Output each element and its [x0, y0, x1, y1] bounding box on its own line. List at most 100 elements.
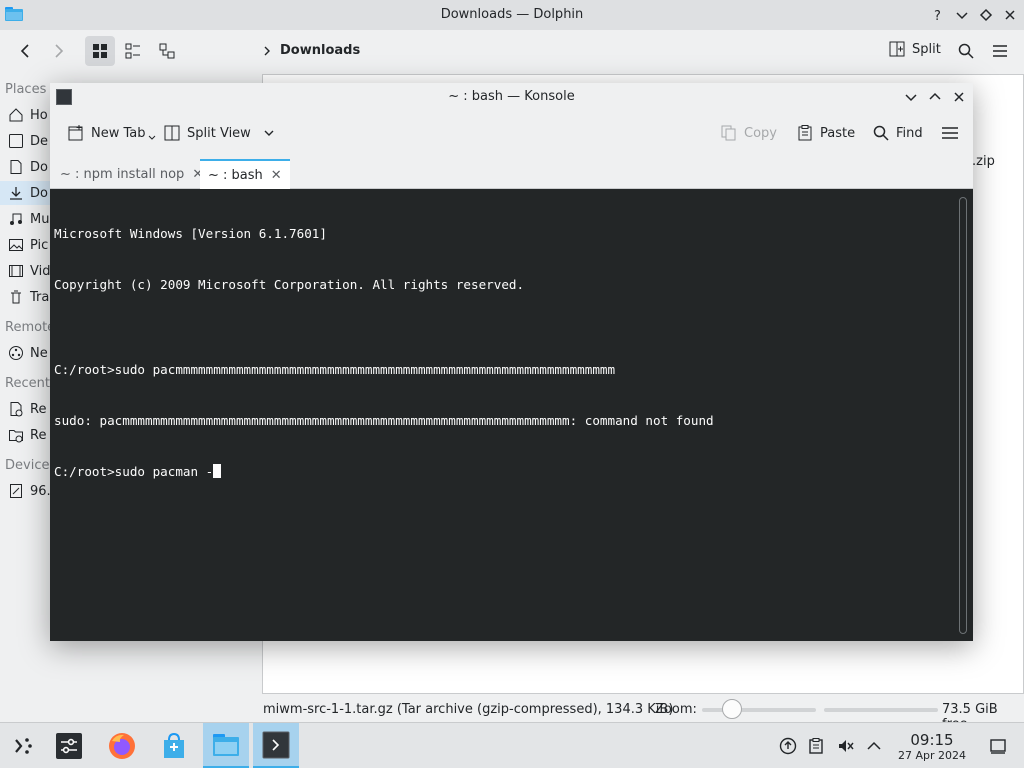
recent-header: Recent — [5, 376, 50, 391]
tab-bar: ~ : npm install nop ✕ ~ : bash ✕ — [50, 157, 973, 189]
breadcrumb-downloads[interactable]: Downloads — [280, 43, 360, 58]
close-icon[interactable]: ✕ — [271, 168, 282, 183]
split-view-button[interactable]: Split View — [163, 124, 275, 142]
new-tab-button[interactable]: New Tab — [67, 124, 156, 142]
terminal-view[interactable]: Microsoft Windows [Version 6.1.7601] Cop… — [50, 189, 973, 641]
find-button[interactable]: Find — [872, 124, 923, 142]
taskbar-konsole[interactable] — [253, 723, 299, 768]
status-bar: miwm-src-1-1.tar.gz (Tar archive (gzip-c… — [0, 696, 1024, 732]
chevron-left-icon — [20, 44, 29, 58]
home-icon — [9, 108, 23, 122]
konsole-close-button[interactable] — [949, 87, 969, 107]
chevron-up-icon — [867, 741, 881, 750]
digital-clock[interactable]: 09:15 27 Apr 2024 — [892, 732, 972, 763]
discover-store-icon — [164, 732, 184, 758]
drive-icon — [10, 484, 22, 498]
svg-text:?: ? — [934, 9, 941, 22]
find-label: Find — [896, 125, 923, 141]
back-button[interactable] — [10, 36, 40, 66]
dolphin-title: Downloads — Dolphin — [440, 7, 584, 22]
taskbar-firefox[interactable] — [99, 723, 145, 768]
tab-bash[interactable]: ~ : bash ✕ — [200, 159, 290, 189]
terminal-output: Microsoft Windows [Version 6.1.7601] Cop… — [54, 191, 714, 514]
show-desktop-button[interactable] — [988, 736, 1008, 756]
konsole-minimize-button[interactable] — [901, 87, 921, 107]
text-cursor — [213, 464, 222, 478]
desktop-icon — [990, 739, 1006, 754]
breadcrumb[interactable]: Downloads — [262, 43, 360, 58]
help-button[interactable]: ? — [928, 5, 948, 25]
recent-document-icon — [10, 402, 23, 417]
split-label: Split — [912, 41, 941, 57]
konsole-titlebar[interactable]: ~ : bash — Konsole — [50, 83, 973, 111]
konsole-maximize-button[interactable] — [925, 87, 945, 107]
hamburger-menu-icon — [993, 45, 1007, 57]
dolphin-toolbar: Downloads Split — [0, 30, 1024, 74]
clock-time: 09:15 — [910, 731, 954, 749]
prompt-text: C:/root>sudo pacman - — [54, 464, 214, 479]
terminal-scrollbar[interactable] — [959, 197, 967, 634]
konsole-window: ~ : bash — Konsole New Tab Split View Co… — [50, 83, 973, 641]
split-icon — [889, 41, 905, 57]
clipboard-button[interactable] — [806, 736, 826, 756]
dolphin-titlebar[interactable]: Downloads — Dolphin ? — [0, 0, 1024, 30]
paste-icon — [798, 125, 812, 141]
tab-label: ~ : bash — [208, 167, 263, 183]
copy-label: Copy — [744, 125, 777, 141]
new-tab-icon — [68, 125, 83, 141]
update-icon — [779, 737, 797, 755]
compact-view-button[interactable] — [118, 36, 148, 66]
menu-button[interactable] — [986, 36, 1014, 66]
tree-view-icon — [159, 43, 175, 59]
volume-button[interactable] — [836, 736, 856, 756]
grid-icon — [93, 44, 107, 58]
taskbar-system-settings[interactable] — [46, 723, 92, 768]
copy-button[interactable]: Copy — [720, 124, 777, 142]
show-hidden-icons-button[interactable] — [864, 736, 884, 756]
zoom-label: Zoom: — [655, 702, 697, 717]
file-name-fragment[interactable]: .zip — [972, 154, 995, 169]
minimize-button[interactable] — [952, 5, 972, 25]
zoom-slider-handle[interactable] — [722, 699, 742, 719]
download-icon — [10, 187, 22, 200]
konsole-title: ~ : bash — Konsole — [448, 89, 575, 104]
konsole-menu-button[interactable] — [941, 124, 959, 142]
split-view-icon — [164, 125, 180, 141]
chevron-up-icon — [929, 92, 941, 100]
places-header: Places — [5, 82, 47, 97]
split-button[interactable]: Split — [888, 40, 941, 58]
terminal-line: Microsoft Windows [Version 6.1.7601] — [54, 226, 327, 241]
remote-header: Remote — [5, 320, 56, 335]
chevron-down-icon — [148, 135, 155, 140]
desktop-icon — [9, 134, 23, 148]
close-icon — [954, 92, 964, 102]
terminal-prompt-line[interactable]: C:/root>sudo pacman - — [54, 463, 714, 480]
help-icon: ? — [934, 9, 941, 22]
details-view-button[interactable] — [152, 36, 182, 66]
zoom-slider-track[interactable] — [702, 708, 816, 712]
selected-file-info: miwm-src-1-1.tar.gz (Tar archive (gzip-c… — [263, 702, 674, 717]
chevron-right-icon — [264, 46, 270, 55]
search-button[interactable] — [952, 36, 980, 66]
search-icon — [873, 125, 889, 141]
taskbar-dolphin[interactable] — [203, 723, 249, 768]
diamond-icon — [979, 8, 993, 22]
chevron-right-icon — [55, 44, 64, 58]
chevron-down-icon — [905, 94, 917, 102]
split-view-label: Split View — [187, 125, 251, 141]
clipboard-icon — [809, 738, 823, 754]
forward-button[interactable] — [44, 36, 74, 66]
trash-icon — [11, 290, 21, 304]
icons-view-button[interactable] — [85, 36, 115, 66]
tab-npm-install[interactable]: ~ : npm install nop ✕ — [52, 159, 211, 189]
terminal-icon — [262, 731, 290, 758]
app-launcher-button[interactable] — [0, 723, 46, 768]
paste-label: Paste — [820, 125, 856, 141]
list-view-icon — [125, 43, 140, 59]
maximize-button[interactable] — [976, 5, 996, 25]
launcher-icon — [15, 738, 32, 754]
taskbar-discover[interactable] — [151, 723, 197, 768]
update-notifier-button[interactable] — [778, 736, 798, 756]
paste-button[interactable]: Paste — [796, 124, 855, 142]
close-button[interactable] — [1000, 5, 1020, 25]
